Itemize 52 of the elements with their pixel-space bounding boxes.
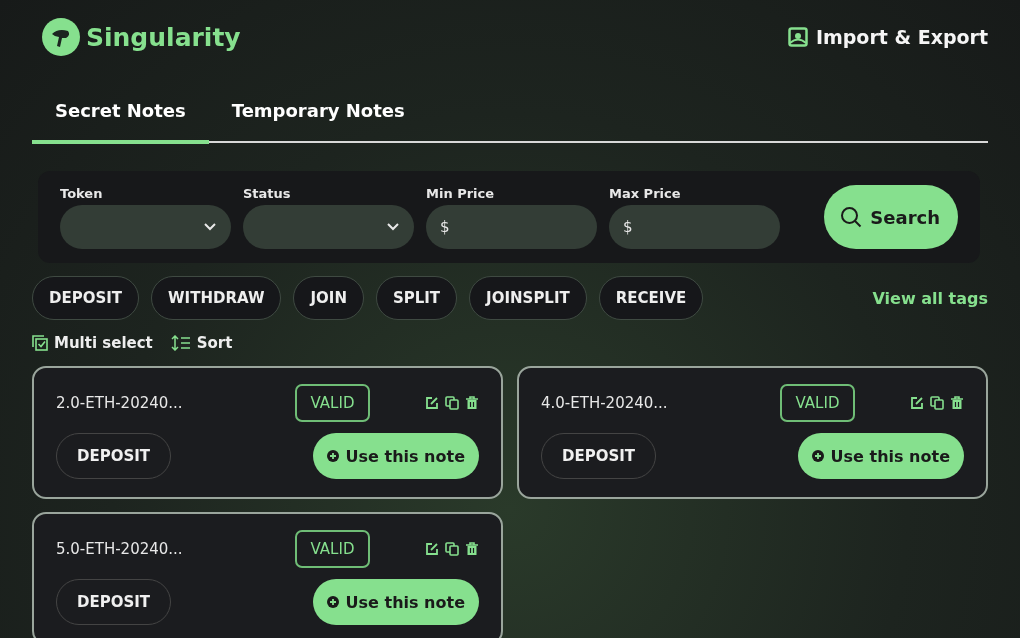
sort-icon — [170, 335, 191, 351]
search-button[interactable]: Search — [824, 185, 958, 249]
import-export-button[interactable]: Import & Export — [787, 26, 988, 48]
use-note-button[interactable]: Use this note — [312, 433, 479, 479]
use-note-button[interactable]: Use this note — [797, 433, 964, 479]
field-label: Min Price — [426, 185, 495, 201]
search-icon — [840, 206, 863, 228]
tab[interactable]: Secret Notes — [32, 94, 209, 144]
image-icon — [787, 27, 808, 47]
tag-chip[interactable]: RECEIVE — [598, 276, 704, 320]
field-label: Status — [243, 185, 291, 201]
tab[interactable]: Temporary Notes — [208, 94, 428, 144]
sort-button[interactable]: Sort — [170, 334, 233, 352]
status-label: VALID — [779, 384, 856, 422]
currency-prefix: $ — [623, 217, 633, 236]
edit-icon — [425, 396, 439, 410]
view-all-tags-link[interactable]: View all tags — [872, 288, 988, 308]
trash-icon — [465, 542, 479, 556]
chevron-down-icon — [203, 221, 217, 232]
tag-chip[interactable]: JOINSPLIT — [469, 276, 587, 320]
trash-icon — [465, 396, 479, 410]
multi-select-button[interactable]: Multi select — [32, 334, 153, 352]
dropdown-field[interactable] — [60, 204, 231, 249]
checkbox-icon — [32, 335, 48, 351]
price-field[interactable]: $ — [426, 204, 597, 249]
copy-icon — [445, 396, 459, 410]
copy-icon — [445, 542, 459, 556]
edit-icon — [910, 396, 924, 410]
price-field[interactable]: $ — [609, 204, 780, 249]
dropdown-field[interactable] — [243, 204, 414, 249]
status-label: VALID — [294, 384, 371, 422]
tag-chip[interactable]: WITHDRAW — [151, 276, 282, 320]
field-label: Token — [60, 185, 103, 201]
currency-prefix: $ — [440, 217, 450, 236]
tag-chip[interactable]: DEPOSIT — [32, 276, 140, 320]
chevron-down-icon — [386, 221, 400, 232]
logo-icon — [42, 18, 80, 56]
trash-icon — [950, 396, 964, 410]
plus-circle-icon — [326, 450, 339, 462]
note-name: 2.0-ETH-20240... — [56, 394, 184, 412]
tag-chip[interactable]: SPLIT — [375, 276, 458, 320]
edit-icon — [425, 542, 439, 556]
plus-circle-icon — [326, 596, 339, 608]
copy-icon — [930, 396, 944, 410]
use-note-button[interactable]: Use this note — [312, 579, 479, 625]
plus-circle-icon — [811, 450, 824, 462]
note-name: 5.0-ETH-20240... — [56, 540, 184, 558]
brand-name: Singularity — [86, 22, 241, 52]
note-name: 4.0-ETH-20240... — [541, 394, 669, 412]
status-label: VALID — [294, 530, 371, 568]
tag-chip[interactable]: JOIN — [293, 276, 364, 320]
field-label: Max Price — [609, 185, 681, 201]
